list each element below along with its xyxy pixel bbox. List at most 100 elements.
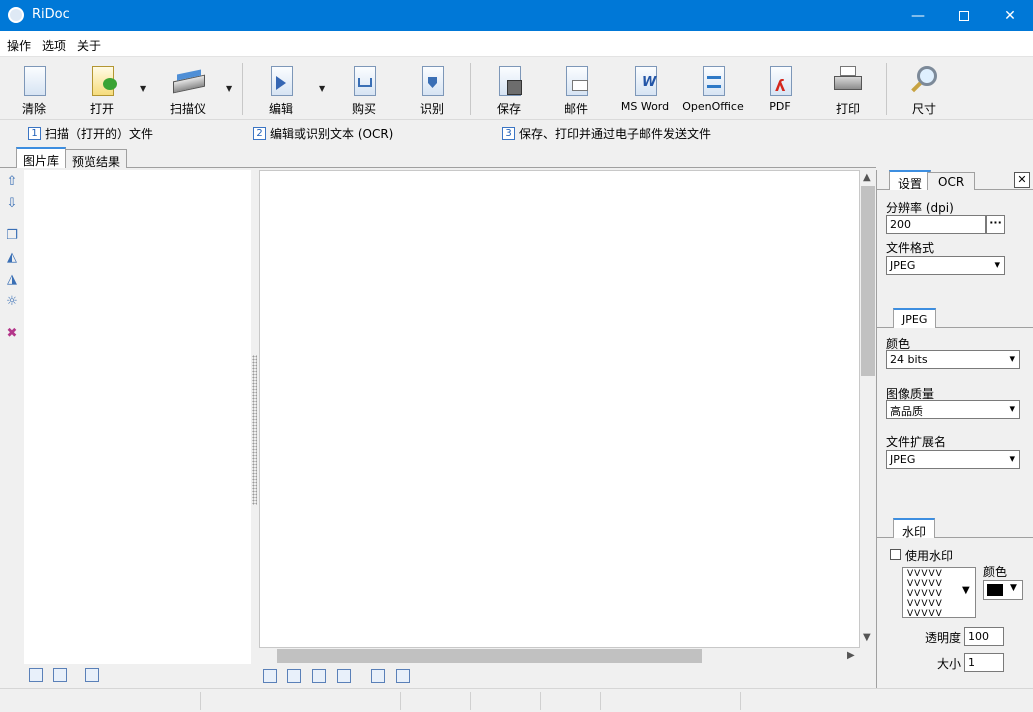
scroll-up-icon[interactable]: ▲ — [863, 172, 871, 183]
deselect-icon[interactable] — [53, 668, 67, 682]
maximize-button[interactable] — [941, 0, 987, 31]
menu-operations[interactable]: 操作 — [7, 37, 31, 54]
move-up-icon[interactable]: ⇧ — [4, 174, 20, 190]
magnifier-icon — [909, 66, 939, 98]
openoffice-label: OpenOffice — [682, 100, 744, 113]
view-right-icon[interactable] — [312, 669, 326, 683]
vertical-scroll-thumb[interactable] — [861, 186, 875, 376]
recognize-label: 识别 — [419, 102, 444, 116]
edit-label: 编辑 — [268, 102, 293, 116]
step-3[interactable]: 3 保存、打印并通过电子邮件发送文件 — [502, 125, 711, 142]
step-2-number: 2 — [253, 127, 266, 140]
toolbar-separator — [470, 63, 471, 115]
scroll-right-icon[interactable]: ▶ — [847, 650, 855, 661]
color-depth-select[interactable]: 24 bits — [886, 350, 1020, 369]
openoffice-button[interactable]: OpenOffice — [682, 63, 744, 117]
clear-label: 清除 — [21, 102, 46, 116]
save-button[interactable]: 保存 — [479, 63, 539, 117]
thumbnail-grid-icon[interactable] — [85, 668, 99, 682]
delete-icon[interactable]: ✖ — [4, 326, 20, 342]
select-all-icon[interactable] — [29, 668, 43, 682]
print-label: 打印 — [835, 102, 860, 116]
quality-select[interactable]: 高品质 — [886, 400, 1020, 419]
close-button[interactable]: ✕ — [987, 0, 1033, 31]
status-divider — [740, 692, 741, 710]
maximize-icon — [959, 10, 969, 21]
size-button[interactable]: 尺寸 — [894, 63, 954, 117]
pattern-dropdown-icon[interactable]: ▼ — [962, 585, 970, 596]
step-1[interactable]: 1 扫描（打开的）文件 — [28, 125, 153, 142]
view-full-icon[interactable] — [337, 669, 351, 683]
printer-icon — [833, 66, 863, 98]
color-swatch — [987, 584, 1003, 596]
view-single-icon[interactable] — [263, 669, 277, 683]
size-label: 大小 — [937, 657, 962, 671]
move-down-icon[interactable]: ⇩ — [4, 196, 20, 212]
resolution-input[interactable]: 200 — [886, 215, 986, 234]
scanner-dropdown-icon[interactable]: ▼ — [226, 84, 232, 93]
status-divider — [470, 692, 471, 710]
status-bar — [0, 688, 1033, 712]
print-button[interactable]: 打印 — [818, 63, 878, 117]
scanner-icon — [173, 66, 205, 98]
menu-options[interactable]: 选项 — [42, 37, 66, 54]
status-divider — [400, 692, 401, 710]
step-1-number: 1 — [28, 127, 41, 140]
extension-select[interactable]: JPEG — [886, 450, 1020, 469]
use-watermark-checkbox[interactable] — [890, 549, 901, 560]
transparency-stepper[interactable]: 100 — [964, 627, 1004, 646]
rotate-right-icon[interactable]: ◮ — [4, 272, 20, 288]
rotate-left-icon[interactable]: ◭ — [4, 250, 20, 266]
toolbar-separator — [886, 63, 887, 115]
tab-settings[interactable]: 设置 — [889, 170, 932, 191]
menu-bar: 操作 选项 关于 — [0, 31, 1033, 57]
tab-baseline — [0, 167, 876, 168]
color-dropdown-icon: ▼ — [1010, 583, 1017, 593]
panel-close-icon[interactable]: ✕ — [1014, 172, 1030, 188]
tab-preview-result[interactable]: 预览结果 — [65, 149, 128, 169]
tab-ocr[interactable]: OCR — [927, 172, 976, 190]
gallery-panel[interactable] — [24, 170, 251, 664]
horizontal-scroll-thumb[interactable] — [277, 649, 702, 663]
scroll-down-icon[interactable]: ▼ — [863, 632, 871, 643]
open-dropdown-icon[interactable]: ▼ — [140, 84, 146, 93]
format-select[interactable]: JPEG — [886, 256, 1005, 275]
toolbar-separator — [242, 63, 243, 115]
open-button[interactable]: 打开 — [72, 63, 132, 117]
mail-button[interactable]: 邮件 — [546, 63, 606, 117]
clear-button[interactable]: 清除 — [4, 63, 64, 117]
buy-button[interactable]: 购买 — [334, 63, 394, 117]
pdf-button[interactable]: ʎ PDF — [750, 63, 810, 117]
tab-jpeg[interactable]: JPEG — [893, 308, 937, 328]
resolution-more-button[interactable]: ··· — [986, 215, 1005, 234]
msword-button[interactable]: W MS Word — [614, 63, 676, 117]
watermark-pattern-line: VVVVV — [907, 609, 943, 618]
shopping-cart-icon — [349, 66, 379, 98]
scanner-button[interactable]: 扫描仪 — [158, 63, 218, 117]
tab-watermark[interactable]: 水印 — [893, 518, 936, 539]
menu-about[interactable]: 关于 — [77, 37, 101, 54]
title-bar: RiDoc — ✕ — [0, 0, 1033, 31]
zoom-actual-icon[interactable] — [396, 669, 410, 683]
step-2[interactable]: 2 编辑或识别文本 (OCR) — [253, 125, 393, 142]
recognize-button[interactable]: 识别 — [402, 63, 462, 117]
edit-button[interactable]: 编辑 — [251, 63, 311, 117]
window-title: RiDoc — [32, 7, 70, 22]
watermark-color-picker[interactable]: ▼ — [983, 580, 1023, 600]
copy-pages-icon[interactable]: ❐ — [4, 228, 20, 244]
brightness-icon[interactable]: ☼ — [4, 294, 20, 310]
gallery-tools: ⇧ ⇩ ❐ ◭ ◮ ☼ ✖ — [0, 170, 24, 660]
format-label: 文件格式 — [886, 241, 935, 255]
size-stepper[interactable]: 1 — [964, 653, 1004, 672]
zoom-fit-icon[interactable] — [371, 669, 385, 683]
step-3-text: 保存、打印并通过电子邮件发送文件 — [519, 127, 712, 141]
step-1-text: 扫描（打开的）文件 — [45, 127, 154, 141]
preview-canvas[interactable] — [259, 170, 860, 648]
view-left-icon[interactable] — [287, 669, 301, 683]
edit-dropdown-icon[interactable]: ▼ — [319, 84, 325, 93]
resolution-label: 分辨率 (dpi) — [886, 201, 954, 215]
minimize-button[interactable]: — — [895, 0, 941, 31]
tab-gallery[interactable]: 图片库 — [16, 147, 67, 168]
step-2-text: 编辑或识别文本 (OCR) — [270, 127, 394, 141]
panel-splitter[interactable] — [252, 355, 257, 505]
